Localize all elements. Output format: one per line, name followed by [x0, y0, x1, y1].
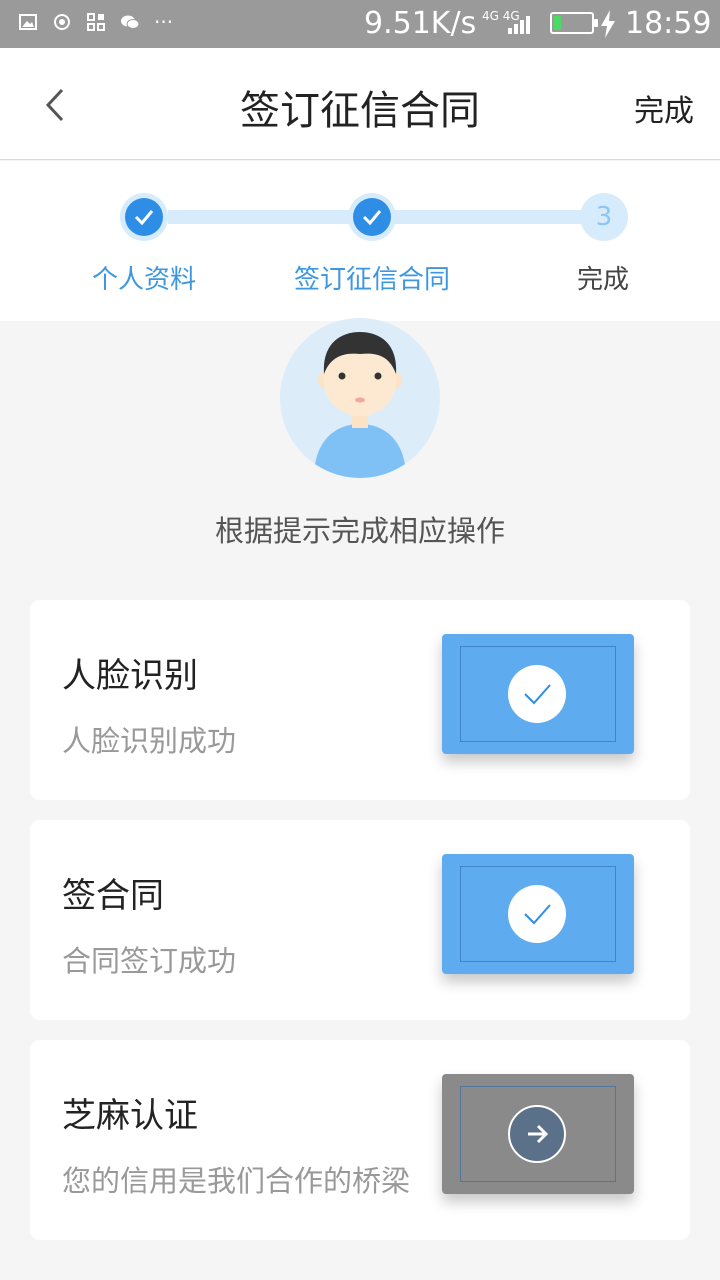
check-icon [524, 684, 551, 705]
person-illustration [314, 332, 406, 478]
apps-icon [87, 13, 105, 31]
step-connector [394, 210, 582, 224]
charging-icon [601, 10, 615, 38]
zhima-thumbnail[interactable] [442, 1074, 634, 1194]
card-title: 签合同 [62, 876, 164, 916]
step-3-indicator: 3 [580, 193, 628, 241]
progress-steps: 3 个人资料 签订征信合同 完成 [0, 161, 720, 321]
eye-icon [54, 14, 70, 30]
success-badge [508, 885, 566, 943]
sign-contract-card[interactable]: 签合同 合同签订成功 [30, 820, 690, 1020]
step-1-done-indicator [120, 193, 168, 241]
step-label-done: 完成 [576, 265, 629, 295]
page-title: 签订征信合同 [240, 88, 480, 134]
done-button[interactable]: 完成 [634, 86, 694, 130]
zhima-certification-card[interactable]: 芝麻认证 您的信用是我们合作的桥梁 [30, 1040, 690, 1240]
nav-header: 签订征信合同 完成 [0, 48, 720, 160]
start-button[interactable] [508, 1105, 566, 1163]
image-icon [19, 14, 37, 30]
more-dots-icon: ··· [154, 10, 174, 34]
status-bar: ··· 9.51K/s 4G 4G 18:59 [0, 0, 720, 48]
avatar [280, 318, 440, 478]
check-icon [524, 904, 551, 925]
check-icon [134, 210, 154, 226]
card-subtitle: 合同签订成功 [62, 944, 237, 978]
battery-icon [550, 12, 598, 34]
signal-icon [508, 16, 530, 34]
step-number: 3 [595, 202, 613, 232]
face-recognition-card[interactable]: 人脸识别 人脸识别成功 [30, 600, 690, 800]
clock: 18:59 [625, 6, 712, 41]
check-icon [362, 210, 382, 226]
instruction-text: 根据提示完成相应操作 [214, 514, 505, 548]
card-title: 人脸识别 [62, 656, 198, 696]
card-subtitle: 人脸识别成功 [62, 724, 237, 758]
arrow-right-icon [528, 1124, 549, 1144]
success-badge [508, 665, 566, 723]
card-title: 芝麻认证 [62, 1096, 198, 1136]
network-speed: 9.51K/s [364, 6, 477, 41]
step-connector [168, 210, 352, 224]
step-label-sign-contract: 签订征信合同 [293, 265, 450, 295]
step-label-personal-info: 个人资料 [91, 265, 196, 295]
face-recognition-thumbnail [442, 634, 634, 754]
step-2-done-indicator [348, 193, 396, 241]
wechat-icon [121, 15, 140, 29]
contract-thumbnail [442, 854, 634, 974]
card-subtitle: 您的信用是我们合作的桥梁 [62, 1164, 411, 1198]
